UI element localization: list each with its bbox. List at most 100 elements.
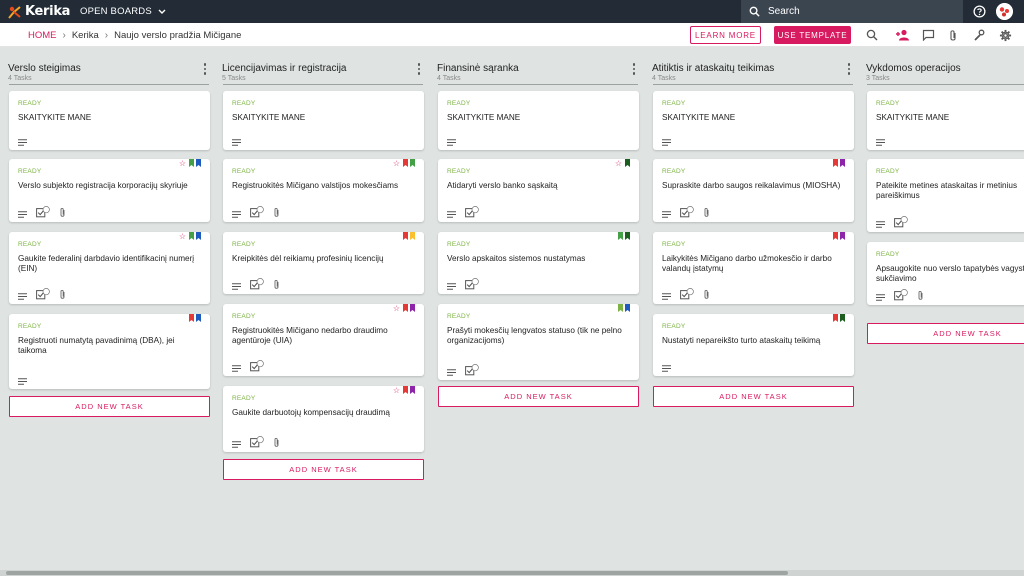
task-card[interactable]: READY SKAITYKITE MANE [223, 91, 424, 150]
column-menu-icon[interactable] [846, 62, 852, 76]
paperclip-icon[interactable] [945, 27, 961, 43]
column-task-count: 4 Tasks [437, 75, 461, 82]
card-title[interactable]: Gaukite darbuotojų kompensacijų draudimą [232, 408, 414, 418]
task-card[interactable]: READY Kreipkitės dėl reikiamų profesinių … [223, 232, 424, 294]
task-card[interactable]: READY Supraskite darbo saugos reikalavimu… [653, 159, 854, 222]
card-status: READY [232, 241, 256, 248]
scrollbar-thumb[interactable] [6, 571, 788, 575]
tag-flag-icon [840, 159, 845, 167]
chat-icon[interactable] [920, 27, 936, 43]
task-card[interactable]: READY SKAITYKITE MANE [653, 91, 854, 150]
task-card[interactable]: READY Nustatyti nepareikšto turto ataskai… [653, 314, 854, 376]
board-header: HOME › Kerika › Naujo verslo pradžia Mič… [0, 23, 1024, 47]
task-card[interactable]: ☆ READY Registruokitės Mičigano nedarbo dr… [223, 304, 424, 376]
breadcrumb-home[interactable]: HOME [28, 30, 57, 41]
paperclip-icon [59, 205, 66, 223]
task-card[interactable]: ☆ READY Verslo subjekto registracija korpo… [9, 159, 210, 222]
learn-more-button[interactable]: LEARN MORE [690, 26, 761, 44]
star-icon[interactable]: ☆ [179, 160, 186, 168]
task-card[interactable]: ☆ READY Atidaryti verslo banko sąskaitą [438, 159, 639, 222]
avatar[interactable] [996, 3, 1013, 20]
column-title[interactable]: Atitiktis ir ataskaitų teikimas [652, 63, 862, 74]
card-title[interactable]: Apsaugokite nuo verslo tapatybės vagystė… [876, 264, 1024, 284]
search-icon[interactable] [864, 27, 880, 43]
breadcrumb-account[interactable]: Kerika [72, 30, 99, 41]
task-card[interactable]: READY Pateikite metines ataskaitas ir met… [867, 159, 1024, 232]
add-new-task-button[interactable]: ADD NEW TASK [867, 323, 1024, 344]
card-icons [662, 287, 710, 305]
card-title[interactable]: Nustatyti nepareikšto turto ataskaitų te… [662, 336, 844, 346]
card-title[interactable]: Verslo subjekto registracija korporacijų… [18, 181, 200, 191]
task-card[interactable]: READY Laikykitės Mičigano darbo užmokesči… [653, 232, 854, 304]
card-icons [447, 133, 456, 151]
card-title[interactable]: Laikykitės Mičigano darbo užmokesčio ir … [662, 254, 844, 274]
card-title[interactable]: SKAITYKITE MANE [232, 113, 414, 123]
column-header: Vykdomos operacijos 3 Tasks [858, 47, 1024, 87]
card-title[interactable]: Registruokitės Mičigano valstijos mokesč… [232, 181, 414, 191]
column-task-count: 3 Tasks [866, 75, 890, 82]
card-title[interactable]: SKAITYKITE MANE [662, 113, 844, 123]
column-menu-icon[interactable] [631, 62, 637, 76]
open-boards-menu[interactable]: OPEN BOARDS [80, 0, 166, 23]
card-tags [189, 314, 201, 322]
column-menu-icon[interactable] [202, 62, 208, 76]
card-title[interactable]: Kreipkitės dėl reikiamų profesinių licen… [232, 254, 414, 264]
column-title[interactable]: Verslo steigimas [8, 63, 218, 74]
use-template-button[interactable]: USE TEMPLATE [774, 26, 851, 44]
card-title[interactable]: SKAITYKITE MANE [876, 113, 1024, 123]
task-card[interactable]: ☆ READY Gaukite darbuotojų kompensacijų dr… [223, 386, 424, 452]
card-title[interactable]: SKAITYKITE MANE [18, 113, 200, 123]
task-card[interactable]: READY Verslo apskaitos sistemos nustatyma… [438, 232, 639, 294]
wrench-icon[interactable] [971, 27, 987, 43]
task-card[interactable]: ☆ READY Registruokitės Mičigano valstijos … [223, 159, 424, 222]
card-title[interactable]: Supraskite darbo saugos reikalavimus (MI… [662, 181, 844, 191]
card-title[interactable]: Registruokitės Mičigano nedarbo draudimo… [232, 326, 414, 346]
task-card[interactable]: READY Apsaugokite nuo verslo tapatybės va… [867, 242, 1024, 305]
task-card[interactable]: READY Registruoti numatytą pavadinimą (DB… [9, 314, 210, 389]
star-icon[interactable]: ☆ [179, 233, 186, 241]
card-tags: ☆ [179, 232, 201, 241]
card-status: READY [662, 241, 686, 248]
task-card[interactable]: READY SKAITYKITE MANE [867, 91, 1024, 150]
task-card[interactable]: READY SKAITYKITE MANE [438, 91, 639, 150]
board-column: Vykdomos operacijos 3 Tasks READY SKAITYKIT… [858, 47, 1024, 344]
help-icon[interactable] [972, 4, 987, 19]
card-status: READY [662, 323, 686, 330]
card-status: READY [18, 100, 42, 107]
task-card[interactable]: ☆ READY Gaukite federalinį darbdavio ident… [9, 232, 210, 304]
card-icons [18, 287, 66, 305]
star-icon[interactable]: ☆ [393, 160, 400, 168]
card-title[interactable]: Gaukite federalinį darbdavio identifikac… [18, 254, 200, 274]
card-title[interactable]: Verslo apskaitos sistemos nustatymas [447, 254, 629, 264]
search-input[interactable]: Search [741, 0, 963, 23]
column-divider [438, 84, 638, 85]
tag-flag-icon [403, 304, 408, 312]
horizontal-scrollbar[interactable] [0, 570, 1024, 576]
column-task-count: 4 Tasks [8, 75, 32, 82]
add-new-task-button[interactable]: ADD NEW TASK [653, 386, 854, 407]
add-new-task-button[interactable]: ADD NEW TASK [9, 396, 210, 417]
kerika-logo[interactable]: Kerika [8, 3, 70, 20]
column-title[interactable]: Finansinė sąranka [437, 63, 647, 74]
star-icon[interactable]: ☆ [393, 305, 400, 313]
card-title[interactable]: Registruoti numatytą pavadinimą (DBA), j… [18, 336, 200, 356]
card-title[interactable]: SKAITYKITE MANE [447, 113, 629, 123]
task-card[interactable]: READY Prašyti mokesčių lengvatos statuso … [438, 304, 639, 380]
column-title[interactable]: Licencijavimas ir registracija [222, 63, 432, 74]
card-title[interactable]: Prašyti mokesčių lengvatos statuso (tik … [447, 326, 629, 346]
card-title[interactable]: Atidaryti verslo banko sąskaitą [447, 181, 629, 191]
add-person-icon[interactable] [894, 27, 910, 43]
star-icon[interactable]: ☆ [615, 160, 622, 168]
card-title[interactable]: Pateikite metines ataskaitas ir metinius… [876, 181, 1024, 201]
task-card[interactable]: READY SKAITYKITE MANE [9, 91, 210, 150]
logo-text: Kerika [25, 4, 71, 19]
board-column: Licencijavimas ir registracija 5 Tasks REA… [214, 47, 432, 480]
add-new-task-button[interactable]: ADD NEW TASK [438, 386, 639, 407]
star-icon[interactable]: ☆ [393, 387, 400, 395]
board-column: Verslo steigimas 4 Tasks READY SKAITYKITE M… [0, 47, 218, 417]
card-status: READY [18, 168, 42, 175]
column-menu-icon[interactable] [416, 62, 422, 76]
add-new-task-button[interactable]: ADD NEW TASK [223, 459, 424, 480]
gear-icon[interactable] [997, 27, 1013, 43]
column-title[interactable]: Vykdomos operacijos [866, 63, 1024, 74]
